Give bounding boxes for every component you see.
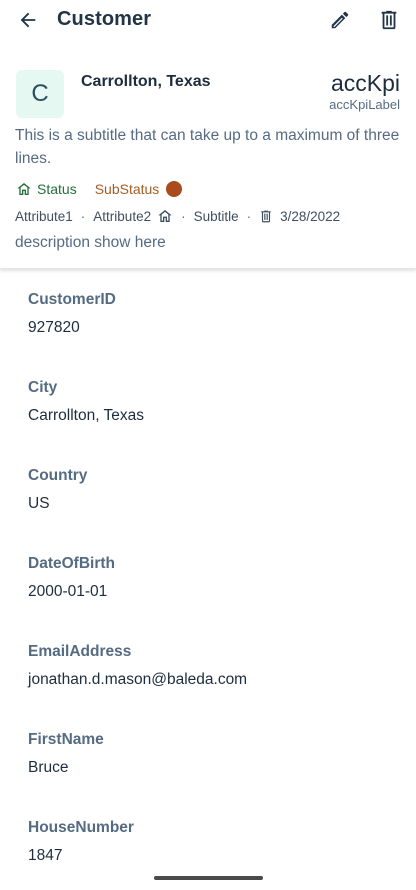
field-label: DateOfBirth bbox=[28, 555, 115, 572]
kpi-label: accKpiLabel bbox=[329, 97, 400, 112]
avatar: C bbox=[16, 70, 64, 118]
field-label: CustomerID bbox=[28, 291, 116, 308]
field-label: EmailAddress bbox=[28, 643, 132, 660]
substatus: SubStatus bbox=[95, 181, 183, 197]
screen: Customer C Carrollton, Texas accKpi accK… bbox=[0, 0, 416, 890]
separator-dot: · bbox=[181, 208, 186, 224]
home-icon bbox=[157, 208, 173, 224]
field-label: FirstName bbox=[28, 731, 104, 748]
attribute-row: Attribute1 · Attribute2 · Subtitle · 3/2… bbox=[15, 206, 340, 226]
date-attribute: 3/28/2022 bbox=[259, 209, 340, 224]
field-first-name: FirstName Bruce bbox=[0, 710, 416, 798]
attribute-subtitle: Subtitle bbox=[193, 208, 239, 224]
pencil-icon bbox=[331, 11, 349, 29]
page-title: Customer bbox=[57, 8, 152, 30]
field-customer-id: CustomerID 927820 bbox=[0, 270, 416, 358]
field-value: jonathan.d.mason@baleda.com bbox=[28, 671, 248, 688]
app-bar: Customer bbox=[0, 0, 416, 42]
field-house-number: HouseNumber 1847 bbox=[0, 798, 416, 886]
header-description: description show here bbox=[15, 234, 166, 251]
status-label: Status bbox=[37, 181, 77, 197]
substatus-dot bbox=[166, 181, 183, 197]
home-icon bbox=[17, 183, 31, 195]
separator-dot: · bbox=[80, 208, 86, 224]
header-subtitle: This is a subtitle that can take up to a… bbox=[15, 127, 400, 167]
gesture-navigation-bar[interactable] bbox=[154, 876, 263, 880]
header-title: Carrollton, Texas bbox=[81, 73, 211, 90]
attribute1: Attribute1 bbox=[15, 208, 73, 224]
status-row: Status SubStatus bbox=[16, 179, 183, 199]
kpi-value: accKpi bbox=[330, 70, 400, 96]
field-value: 1847 bbox=[28, 847, 63, 864]
object-header: C Carrollton, Texas accKpi accKpiLabel T… bbox=[0, 42, 416, 269]
detail-fields: CustomerID 927820 City Carrollton, Texas… bbox=[0, 270, 416, 886]
field-value: Bruce bbox=[28, 759, 69, 776]
status: Status bbox=[16, 181, 77, 197]
field-value: 2000-01-01 bbox=[28, 583, 108, 600]
field-label: HouseNumber bbox=[28, 819, 134, 836]
substatus-label: SubStatus bbox=[94, 181, 160, 197]
delete-button[interactable] bbox=[373, 4, 405, 36]
attribute2: Attribute2 bbox=[93, 208, 152, 224]
field-value: US bbox=[28, 495, 50, 512]
trash-icon bbox=[381, 10, 397, 30]
edit-button[interactable] bbox=[324, 4, 356, 36]
field-value: 927820 bbox=[28, 319, 80, 336]
back-button[interactable] bbox=[12, 4, 44, 36]
field-city: City Carrollton, Texas bbox=[0, 358, 416, 446]
field-label: City bbox=[28, 379, 58, 396]
separator-dot: · bbox=[246, 208, 252, 224]
trash-icon bbox=[261, 210, 271, 222]
arrow-back-icon bbox=[20, 12, 36, 28]
field-country: Country US bbox=[0, 446, 416, 534]
field-label: Country bbox=[28, 467, 88, 484]
field-value: Carrollton, Texas bbox=[28, 407, 145, 424]
field-email-address: EmailAddress jonathan.d.mason@baleda.com bbox=[0, 622, 416, 710]
field-date-of-birth: DateOfBirth 2000-01-01 bbox=[0, 534, 416, 622]
date-value: 3/28/2022 bbox=[280, 208, 341, 224]
